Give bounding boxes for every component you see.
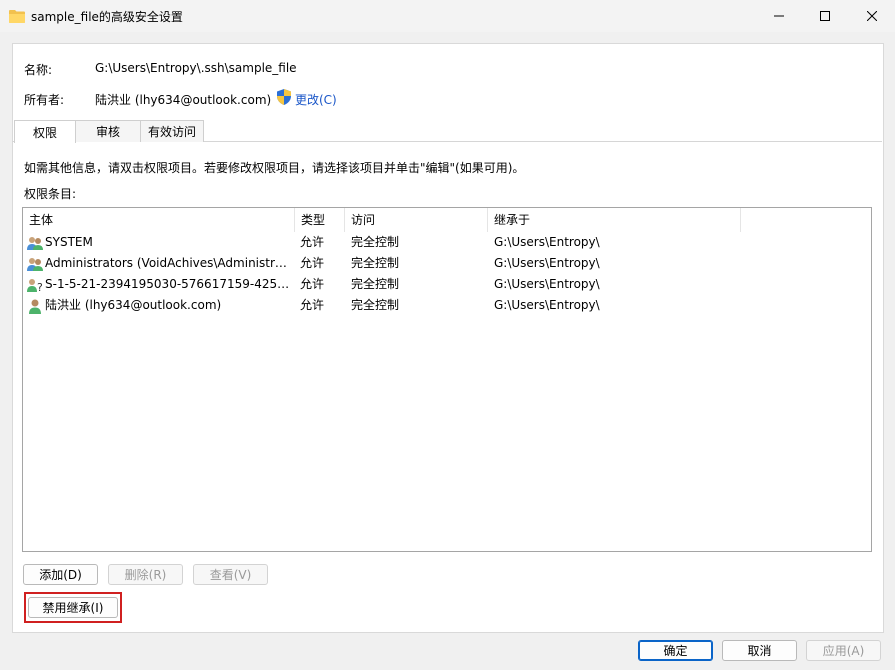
add-button[interactable]: 添加(D) <box>23 564 98 585</box>
folder-icon <box>9 10 25 23</box>
remove-button[interactable]: 删除(R) <box>108 564 183 585</box>
type-cell: 允许 <box>300 298 325 312</box>
unknown-user-icon: ? <box>27 279 43 293</box>
access-cell: 完全控制 <box>351 235 400 249</box>
cancel-button[interactable]: 取消 <box>722 640 797 661</box>
window-title: sample_file的高级安全设置 <box>31 10 183 24</box>
tab-effective-access[interactable]: 有效访问 <box>140 120 204 142</box>
group-users-icon <box>27 237 43 250</box>
minimize-button[interactable] <box>756 0 802 32</box>
column-header-principal[interactable]: 主体 <box>23 208 295 232</box>
permission-entries-label: 权限条目: <box>24 187 77 201</box>
column-header-access[interactable]: 访问 <box>345 208 488 232</box>
owner-value: 陆洪业 (lhy634@outlook.com) <box>95 93 272 107</box>
tab-permissions[interactable]: 权限 <box>14 120 76 143</box>
change-owner-link[interactable]: 更改(C) <box>295 91 337 108</box>
close-icon <box>867 11 877 21</box>
name-value: G:\Users\Entropy\.ssh\sample_file <box>95 61 297 75</box>
column-header-type[interactable]: 类型 <box>295 208 345 232</box>
principal-cell: SYSTEM <box>45 235 93 249</box>
user-icon <box>29 299 41 314</box>
principal-cell: S-1-5-21-2394195030-576617159-42559... <box>45 277 291 291</box>
access-cell: 完全控制 <box>351 298 400 312</box>
name-label: 名称: <box>24 63 53 77</box>
table-row[interactable]: Administrators (VoidAchives\Administrat.… <box>23 253 869 274</box>
uac-shield-icon <box>277 89 291 105</box>
access-cell: 完全控制 <box>351 277 400 291</box>
permission-entries-list[interactable]: 主体 类型 访问 继承于 SYSTEM 允许 完全控制 G:\Users\Ent… <box>22 207 872 552</box>
disable-inheritance-button[interactable]: 禁用继承(I) <box>28 597 118 618</box>
group-users-icon <box>27 258 43 271</box>
close-button[interactable] <box>849 0 895 32</box>
maximize-icon <box>820 11 830 21</box>
inherited-cell: G:\Users\Entropy\ <box>494 277 600 291</box>
ok-button[interactable]: 确定 <box>638 640 713 661</box>
svg-text:?: ? <box>37 281 43 293</box>
apply-button[interactable]: 应用(A) <box>806 640 881 661</box>
type-cell: 允许 <box>300 235 325 249</box>
inherited-cell: G:\Users\Entropy\ <box>494 256 600 270</box>
type-cell: 允许 <box>300 256 325 270</box>
title-bar: sample_file的高级安全设置 <box>0 0 895 32</box>
table-row[interactable]: SYSTEM 允许 完全控制 G:\Users\Entropy\ <box>23 232 869 253</box>
table-row[interactable]: 陆洪业 (lhy634@outlook.com) 允许 完全控制 G:\User… <box>23 295 869 316</box>
info-text: 如需其他信息，请双击权限项目。若要修改权限项目，请选择该项目并单击"编辑"(如果… <box>24 161 525 175</box>
view-button[interactable]: 查看(V) <box>193 564 268 585</box>
tab-auditing[interactable]: 审核 <box>75 120 141 142</box>
owner-label: 所有者: <box>24 93 65 107</box>
principal-cell: 陆洪业 (lhy634@outlook.com) <box>45 298 222 312</box>
inherited-cell: G:\Users\Entropy\ <box>494 235 600 249</box>
principal-cell: Administrators (VoidAchives\Administrat.… <box>45 256 291 270</box>
minimize-icon <box>774 15 784 17</box>
column-header-inherited-from[interactable]: 继承于 <box>488 208 741 232</box>
access-cell: 完全控制 <box>351 256 400 270</box>
inherited-cell: G:\Users\Entropy\ <box>494 298 600 312</box>
type-cell: 允许 <box>300 277 325 291</box>
table-row[interactable]: ? S-1-5-21-2394195030-576617159-42559...… <box>23 274 869 295</box>
maximize-button[interactable] <box>802 0 848 32</box>
